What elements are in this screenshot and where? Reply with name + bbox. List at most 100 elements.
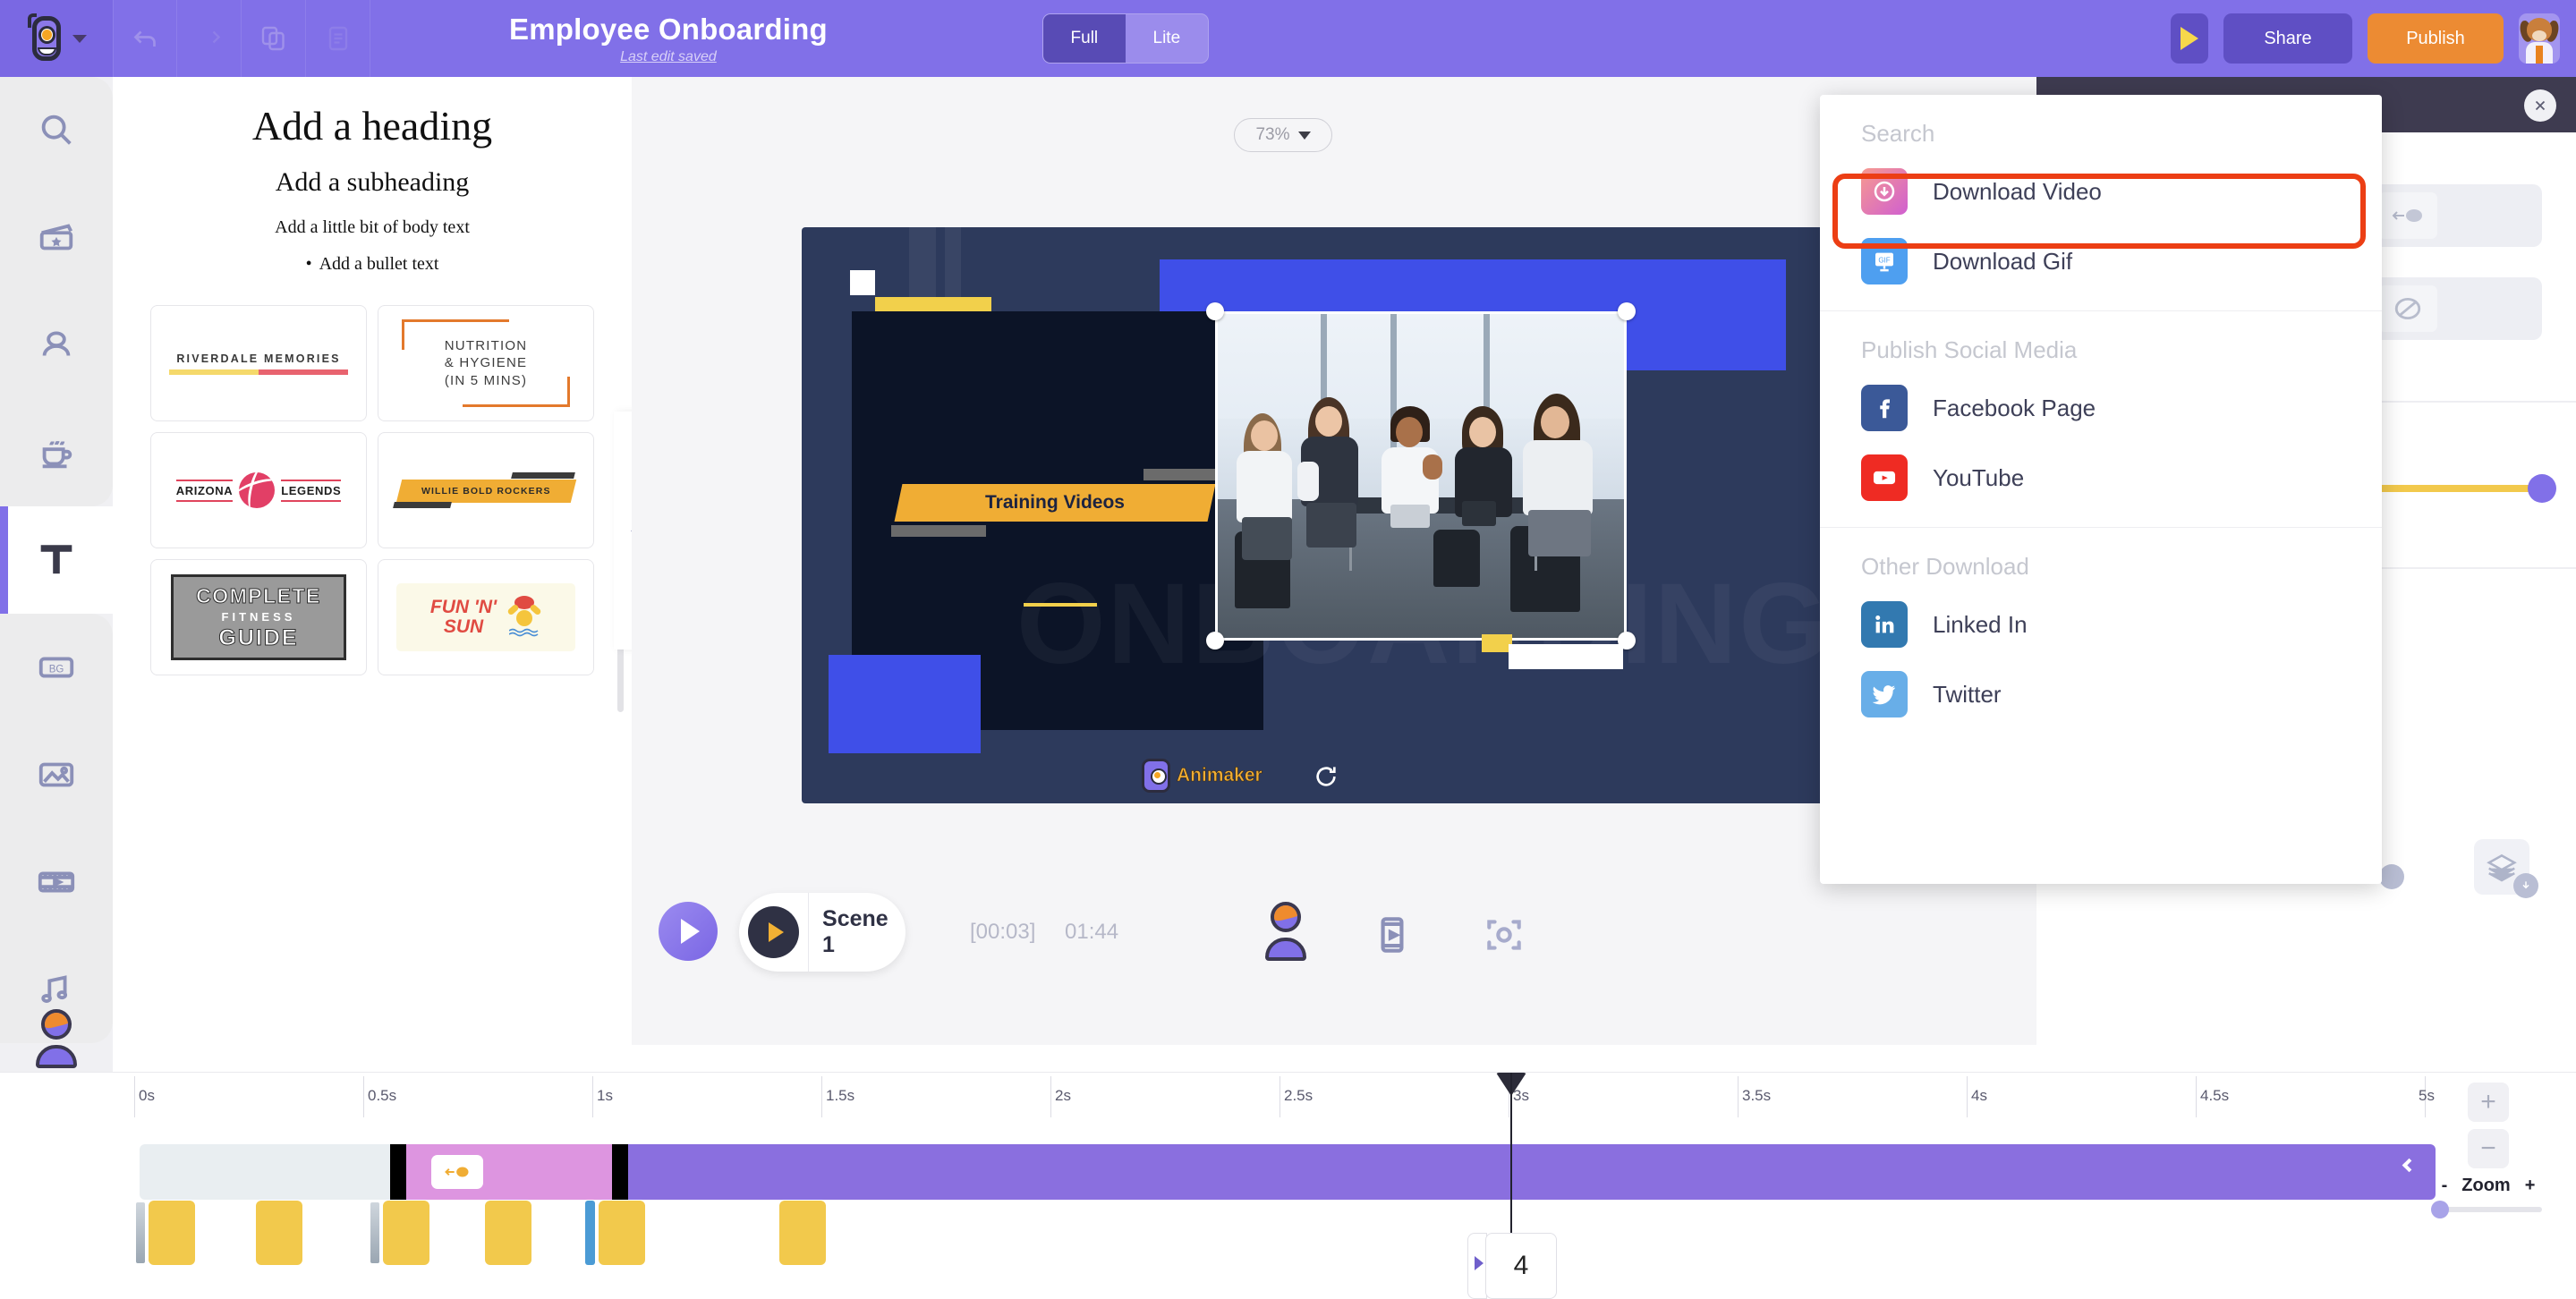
timeline-zoom-in-button[interactable]: + bbox=[2468, 1082, 2509, 1122]
rotate-icon[interactable] bbox=[1312, 762, 1340, 791]
mode-toggle[interactable]: Full Lite bbox=[1041, 13, 1209, 64]
layout-icon bbox=[328, 26, 347, 51]
duplicate-icon bbox=[261, 26, 285, 51]
avatar[interactable] bbox=[2519, 13, 2560, 64]
focus-button[interactable] bbox=[1482, 911, 1526, 959]
entry-effect-button[interactable] bbox=[2378, 192, 2437, 239]
sidebar-item-characters[interactable] bbox=[0, 292, 113, 399]
zoom-plus-label[interactable]: + bbox=[2525, 1176, 2536, 1196]
opacity-slider-knob[interactable] bbox=[2528, 474, 2556, 503]
menu-item-download-video[interactable]: Download Video bbox=[1820, 157, 2382, 226]
character-avatar-icon bbox=[29, 1009, 84, 1068]
play-button[interactable] bbox=[659, 902, 718, 961]
text-preset-fitness[interactable]: COMPLETE FITNESS GUIDE bbox=[150, 559, 367, 675]
timeline-ruler[interactable]: 0s 0.5s 1s 1.5s 2s 2.5s 3s 3.5s 4s 4.5s … bbox=[134, 1073, 2461, 1121]
add-character-button[interactable] bbox=[1258, 902, 1314, 961]
track-collapse-button[interactable] bbox=[2401, 1158, 2417, 1173]
tick-label: 4s bbox=[1971, 1087, 1987, 1104]
timeline-zoom-controls: + − - Zoom + bbox=[2417, 1082, 2560, 1218]
sidebar-item-search[interactable] bbox=[0, 77, 113, 184]
preset-heading[interactable]: Add a heading bbox=[113, 102, 632, 149]
video-stage[interactable]: ONBOARDING Training Videos bbox=[802, 227, 1866, 803]
text-preset-riverdale[interactable]: RIVERDALE MEMORIES bbox=[150, 305, 367, 421]
thumbnail-item[interactable] bbox=[256, 1201, 302, 1265]
scene-transition-button[interactable] bbox=[1370, 911, 1415, 959]
timeline: 0s 0.5s 1s 1.5s 2s 2.5s 3s 3.5s 4s 4.5s … bbox=[0, 1072, 2576, 1299]
thumbnail-item[interactable] bbox=[383, 1201, 429, 1265]
redo-button[interactable] bbox=[177, 0, 242, 77]
effect-chip[interactable] bbox=[431, 1155, 483, 1189]
thumbnail-item[interactable] bbox=[779, 1201, 826, 1265]
track-trim-handle-left[interactable] bbox=[390, 1144, 406, 1200]
timeline-zoom-slider-knob[interactable] bbox=[2431, 1201, 2449, 1218]
layout-button[interactable] bbox=[306, 0, 370, 77]
text-t-icon bbox=[40, 545, 72, 574]
share-button[interactable]: Share bbox=[2223, 13, 2352, 64]
preset-bullet-text[interactable]: • Add a bullet text bbox=[113, 254, 632, 275]
resize-handle-tl[interactable] bbox=[1206, 302, 1224, 320]
text-preset-arizona[interactable]: ARIZONA LEGENDS bbox=[150, 432, 367, 548]
chevron-down-icon[interactable] bbox=[72, 34, 87, 43]
secondary-badge[interactable] bbox=[2379, 864, 2404, 889]
sidebar-item-text[interactable] bbox=[0, 506, 113, 614]
playhead[interactable] bbox=[1510, 1073, 1512, 1250]
tick-label: 1.5s bbox=[826, 1087, 855, 1104]
layers-download-badge[interactable] bbox=[2513, 873, 2538, 898]
thumbnail-item[interactable] bbox=[134, 1201, 147, 1265]
menu-item-label: Linked In bbox=[1933, 610, 2028, 638]
thumbnail-item[interactable] bbox=[585, 1201, 595, 1265]
timeline-zoom-out-button[interactable]: − bbox=[2468, 1129, 2509, 1168]
stage-title-banner[interactable]: Training Videos bbox=[894, 484, 1216, 522]
preset-body-text[interactable]: Add a little bit of body text bbox=[113, 217, 632, 238]
scene-play-button[interactable] bbox=[748, 906, 800, 958]
no-effect-button[interactable] bbox=[2378, 285, 2437, 332]
sidebar-item-video[interactable] bbox=[0, 828, 113, 936]
timeline-zoom-slider[interactable] bbox=[2431, 1201, 2542, 1218]
track-segment-empty[interactable] bbox=[140, 1144, 390, 1200]
thumbnail-item[interactable] bbox=[369, 1201, 381, 1265]
preview-button[interactable] bbox=[2171, 13, 2208, 64]
thumbnail-item[interactable] bbox=[149, 1201, 195, 1265]
sidebar-item-props[interactable] bbox=[0, 399, 113, 506]
text-preset-willie[interactable]: WILLIE BOLD ROCKERS bbox=[378, 432, 594, 548]
frame-number-box[interactable]: 4 bbox=[1485, 1233, 1557, 1299]
undo-button[interactable] bbox=[113, 0, 177, 77]
zoom-minus-label[interactable]: - bbox=[2442, 1176, 2448, 1196]
resize-handle-tr[interactable] bbox=[1618, 302, 1636, 320]
scene-chip[interactable]: Scene 1 bbox=[739, 893, 905, 972]
menu-item-facebook-page[interactable]: Facebook Page bbox=[1820, 373, 2382, 443]
text-preset-funsun[interactable]: FUN 'N' SUN bbox=[378, 559, 594, 675]
zoom-level-selector[interactable]: 73% bbox=[1234, 118, 1332, 152]
publish-button[interactable]: Publish bbox=[2368, 13, 2504, 64]
timeline-track[interactable] bbox=[140, 1144, 2436, 1200]
menu-item-download-gif[interactable]: GIF Download Gif bbox=[1820, 226, 2382, 296]
sidebar-item-background[interactable]: BG bbox=[0, 614, 113, 721]
coffee-cup-icon bbox=[42, 440, 72, 469]
thumbnail-item[interactable] bbox=[599, 1201, 645, 1265]
menu-item-linkedin[interactable]: Linked In bbox=[1820, 590, 2382, 659]
page-title[interactable]: Employee Onboarding bbox=[509, 13, 828, 47]
resize-handle-bl[interactable] bbox=[1206, 632, 1224, 650]
menu-item-twitter[interactable]: Twitter bbox=[1820, 659, 2382, 729]
thumbnail-item[interactable] bbox=[485, 1201, 531, 1265]
sidebar-item-templates[interactable] bbox=[0, 184, 113, 292]
menu-item-youtube[interactable]: YouTube bbox=[1820, 443, 2382, 513]
animaker-editor: Employee Onboarding Last edit saved Full… bbox=[0, 0, 2576, 1299]
preset-subheading[interactable]: Add a subheading bbox=[113, 167, 632, 198]
chevron-left-icon bbox=[2402, 1158, 2417, 1173]
close-button[interactable] bbox=[2524, 89, 2556, 122]
track-trim-handle-right[interactable] bbox=[612, 1144, 628, 1200]
play-icon bbox=[2181, 27, 2198, 50]
tab-lite[interactable]: Lite bbox=[1126, 14, 1208, 63]
text-preset-nutrition[interactable]: NUTRITION & HYGIENE (IN 5 MINS) bbox=[378, 305, 594, 421]
track-segment-effect[interactable] bbox=[406, 1144, 612, 1200]
duplicate-button[interactable] bbox=[242, 0, 306, 77]
tab-full[interactable]: Full bbox=[1042, 14, 1126, 63]
track-segment-main[interactable] bbox=[628, 1144, 2436, 1200]
left-sidebar: BG bbox=[0, 77, 113, 1125]
menu-item-label: Download Video bbox=[1933, 177, 2102, 205]
image-icon bbox=[38, 762, 74, 787]
stage-photo-element[interactable] bbox=[1215, 311, 1627, 641]
sidebar-item-images[interactable] bbox=[0, 721, 113, 828]
app-logo-menu[interactable] bbox=[0, 0, 113, 77]
